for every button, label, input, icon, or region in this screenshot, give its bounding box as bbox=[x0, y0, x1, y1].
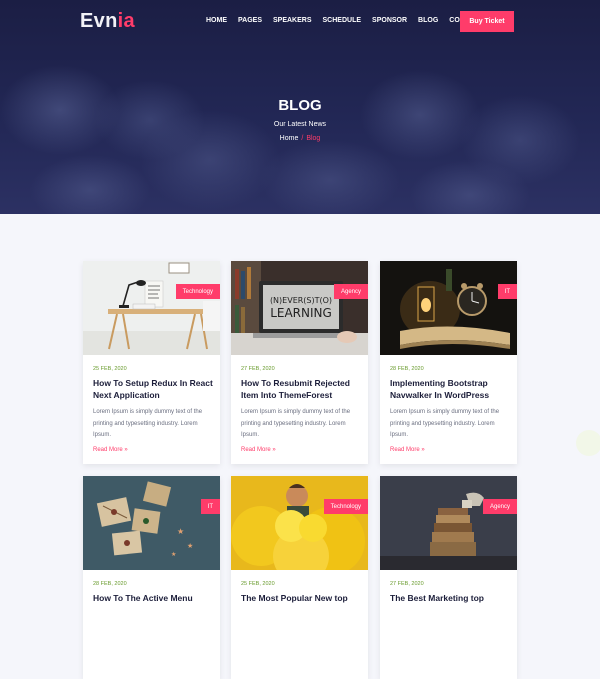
post-title[interactable]: How To Setup Redux In React Next Applica… bbox=[93, 378, 215, 401]
read-more-link[interactable]: Read More » bbox=[390, 447, 425, 453]
breadcrumb-separator: / bbox=[301, 135, 304, 142]
nav-speakers[interactable]: SPEAKERS bbox=[273, 17, 312, 24]
post-category-badge[interactable]: IT bbox=[497, 284, 517, 299]
post-date: 25 FEB, 2020 bbox=[93, 366, 127, 372]
breadcrumb-current: Blog bbox=[306, 135, 321, 142]
post-date: 28 FEB, 2020 bbox=[390, 366, 424, 372]
post-excerpt: Lorem Ipsum is simply dummy text of the … bbox=[390, 409, 500, 438]
post-title[interactable]: Implementing Bootstrap Navwalker In Word… bbox=[390, 378, 512, 401]
nav-home[interactable]: HOME bbox=[206, 17, 227, 24]
post-category-badge[interactable]: Technology bbox=[323, 499, 368, 514]
post-title[interactable]: How To The Active Menu bbox=[93, 593, 215, 605]
post-date: 27 FEB, 2020 bbox=[390, 581, 424, 587]
blog-card: Technology 25 FEB, 2020 How To Setup Red… bbox=[83, 261, 220, 464]
svg-text:★: ★ bbox=[187, 542, 193, 550]
blog-card: Technology 25 FEB, 2020 The Most Popular… bbox=[231, 476, 368, 679]
svg-text:★: ★ bbox=[177, 527, 184, 536]
blog-card: IT 28 FEB, 2020 Implementing Bootstrap N… bbox=[380, 261, 517, 464]
nav-sponsor[interactable]: SPONSOR bbox=[372, 17, 407, 24]
hero-banner: Evnia HOME PAGES SPEAKERS SCHEDULE SPONS… bbox=[0, 0, 600, 214]
svg-text:★: ★ bbox=[171, 551, 176, 558]
post-image-laptop[interactable]: (N)EVER(S)T(O) LEARNING bbox=[231, 261, 368, 355]
post-category-badge[interactable]: IT bbox=[200, 499, 220, 514]
post-title[interactable]: How To Resubmit Rejected Item Into Theme… bbox=[241, 378, 363, 401]
page-title: BLOG bbox=[278, 97, 322, 114]
buy-ticket-button[interactable]: Buy Ticket bbox=[460, 11, 514, 32]
breadcrumb: Home / Blog bbox=[0, 135, 600, 142]
logo[interactable]: Evnia bbox=[80, 10, 135, 33]
post-date: 28 FEB, 2020 bbox=[93, 581, 127, 587]
main-nav: HOME PAGES SPEAKERS SCHEDULE SPONSOR BLO… bbox=[206, 17, 494, 24]
post-image-books[interactable] bbox=[380, 476, 517, 570]
nav-blog[interactable]: BLOG bbox=[418, 17, 438, 24]
post-category-badge[interactable]: Technology bbox=[175, 284, 220, 299]
svg-text:(N)EVER(S)T(O): (N)EVER(S)T(O) bbox=[270, 296, 332, 305]
post-image-gifts[interactable]: ★ ★ ★ bbox=[83, 476, 220, 570]
blog-card: Agency 27 FEB, 2020 The Best Marketing t… bbox=[380, 476, 517, 679]
blog-card: ★ ★ ★ IT 28 FEB, 2020 How To The Active … bbox=[83, 476, 220, 679]
post-excerpt: Lorem Ipsum is simply dummy text of the … bbox=[241, 409, 351, 438]
post-image-clock[interactable] bbox=[380, 261, 517, 355]
decorative-circle bbox=[576, 430, 600, 456]
blog-card: (N)EVER(S)T(O) LEARNING Agency 27 FEB, 2… bbox=[231, 261, 368, 464]
post-image-desk[interactable] bbox=[83, 261, 220, 355]
post-title[interactable]: The Best Marketing top bbox=[390, 593, 512, 605]
read-more-link[interactable]: Read More » bbox=[241, 447, 276, 453]
post-date: 25 FEB, 2020 bbox=[241, 581, 275, 587]
post-category-badge[interactable]: Agency bbox=[482, 499, 517, 514]
post-excerpt: Lorem Ipsum is simply dummy text of the … bbox=[93, 409, 203, 438]
post-title[interactable]: The Most Popular New top bbox=[241, 593, 363, 605]
post-image-yellow-smoke[interactable] bbox=[231, 476, 368, 570]
breadcrumb-home[interactable]: Home bbox=[280, 135, 299, 142]
nav-schedule[interactable]: SCHEDULE bbox=[323, 17, 362, 24]
logo-accent-text: ia bbox=[117, 10, 135, 32]
page-subtitle: Our Latest News bbox=[273, 121, 327, 128]
nav-pages[interactable]: PAGES bbox=[238, 17, 262, 24]
post-date: 27 FEB, 2020 bbox=[241, 366, 275, 372]
svg-text:LEARNING: LEARNING bbox=[270, 306, 332, 320]
post-category-badge[interactable]: Agency bbox=[333, 284, 368, 299]
logo-text: Evn bbox=[80, 10, 118, 32]
read-more-link[interactable]: Read More » bbox=[93, 447, 128, 453]
